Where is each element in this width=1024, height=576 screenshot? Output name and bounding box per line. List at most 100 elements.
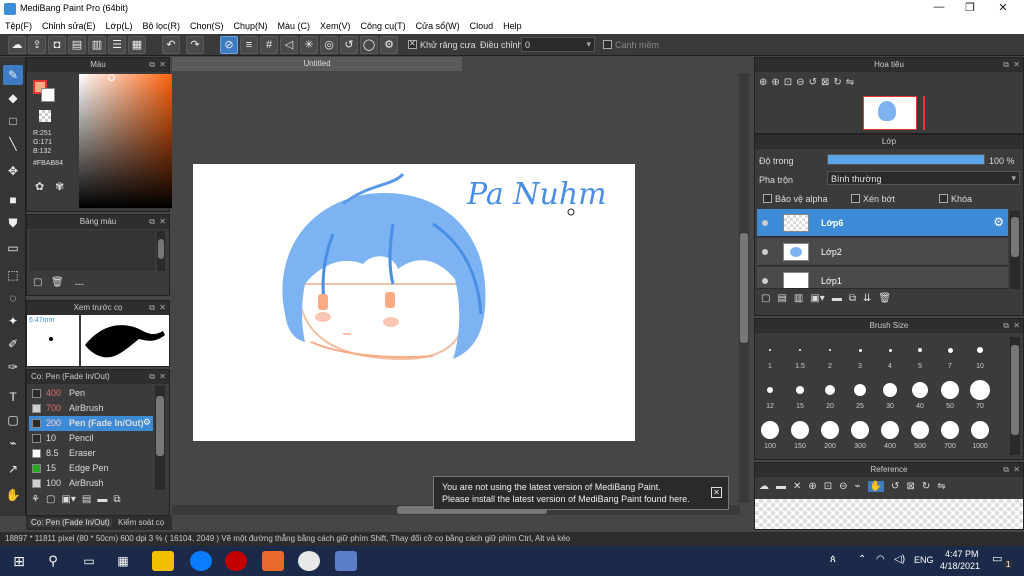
flip-icon[interactable]: ⇋ (846, 77, 854, 88)
zoom-in-icon[interactable]: ⊕ (808, 481, 816, 492)
navigator-thumbnail[interactable] (863, 96, 917, 130)
brush-size-option[interactable]: 25 (845, 377, 875, 415)
network-icon[interactable]: ◠ (876, 554, 885, 565)
hand-tool-icon[interactable]: ✋ (3, 485, 23, 505)
menu-cloud[interactable]: Cloud (465, 18, 499, 34)
brush-size-option[interactable]: 5 (905, 337, 935, 375)
saturation-value-picker[interactable] (79, 74, 177, 208)
clipping-checkbox[interactable] (851, 194, 860, 203)
adjust-dropdown[interactable]: 0 ▾ (521, 37, 595, 52)
move-tool-icon[interactable]: ✥ (3, 161, 23, 181)
comment-icon[interactable]: ◘ (48, 36, 66, 54)
float-icon[interactable]: ⧉ (1003, 319, 1009, 333)
brush-size-option[interactable]: 30 (875, 377, 905, 415)
rotate-right-icon[interactable]: ↻ (833, 77, 841, 88)
menu-layer[interactable]: Lớp(L) (101, 18, 138, 34)
layer-row[interactable]: Lớp6 ⚙ (757, 209, 1008, 237)
folder-icon[interactable]: ▬ (832, 293, 842, 304)
brush-size-option[interactable]: 3 (845, 337, 875, 375)
close-icon[interactable]: ✕ (159, 58, 166, 72)
gradient-tool-icon[interactable]: ▭ (3, 238, 23, 258)
float-icon[interactable]: ⧉ (149, 215, 155, 229)
select-eraser-icon[interactable]: ✑ (3, 357, 23, 377)
circle-snap-icon[interactable]: ◎ (320, 36, 338, 54)
reference-area[interactable] (755, 499, 1023, 529)
menu-window[interactable]: Cửa sổ(W) (411, 18, 465, 34)
share-icon[interactable]: ▤ (68, 36, 86, 54)
brush-item-pen[interactable]: 400 Pen (29, 386, 153, 401)
menu-color[interactable]: Màu (C) (273, 18, 316, 34)
bucket-tool-icon[interactable]: ⛊ (3, 213, 23, 233)
opera-icon[interactable] (225, 551, 247, 571)
eraser-tool-icon[interactable]: ◆ (3, 88, 23, 108)
brush-size-option[interactable]: 1000 (965, 417, 995, 455)
document-icon[interactable]: ▥ (88, 36, 106, 54)
brush-size-option[interactable]: 300 (845, 417, 875, 455)
brush-size-option[interactable]: 1 (755, 337, 785, 375)
menu-view[interactable]: Xem(V) (315, 18, 356, 34)
visibility-icon[interactable] (762, 278, 768, 284)
menu-file[interactable]: Tệp(F) (0, 18, 37, 34)
export-icon[interactable]: ⇪ (28, 36, 46, 54)
opacity-slider[interactable] (827, 154, 985, 165)
canvas-vertical-scrollbar[interactable] (739, 73, 749, 503)
language-indicator[interactable]: ENG (914, 555, 934, 565)
magic-wand-icon[interactable]: ✦ (3, 311, 23, 331)
tab-brush-control[interactable]: Kiểm soát cọ (118, 518, 164, 527)
people-icon[interactable]: ጰ (830, 554, 836, 565)
brush-size-option[interactable]: 40 (905, 377, 935, 415)
brush-item-airbrush-2[interactable]: 100 AirBrush (29, 476, 153, 491)
operation-icon[interactable]: ↗ (3, 459, 23, 479)
close-icon[interactable]: ✕ (159, 215, 166, 229)
undo-icon[interactable]: ↶ (162, 36, 180, 54)
clock-time[interactable]: 4:47 PM (945, 549, 979, 559)
rotate-left-icon[interactable]: ↺ (809, 77, 817, 88)
eyedropper-icon[interactable]: ⌁ (3, 433, 23, 453)
fill-tool-icon[interactable]: ■ (3, 190, 23, 210)
reset-icon[interactable]: ⊠ (906, 481, 914, 492)
text-tool-icon[interactable]: T (3, 387, 23, 407)
merge-layer-icon[interactable]: ⇊ (863, 293, 871, 304)
reset-icon[interactable]: ⊠ (821, 77, 829, 88)
close-icon[interactable]: ✕ (1013, 463, 1020, 477)
cloud-icon[interactable]: ☁ (8, 36, 26, 54)
zoom-out-icon[interactable]: ⊖ (796, 77, 804, 88)
visibility-icon[interactable] (762, 220, 768, 226)
brush-size-option[interactable]: 100 (755, 417, 785, 455)
close-icon[interactable]: ✕ (1013, 58, 1020, 72)
palette-icon[interactable]: ✿ (35, 180, 44, 193)
copy-brush-icon[interactable]: ⧉ (113, 494, 120, 505)
rotate-left-icon[interactable]: ↺ (891, 481, 899, 492)
brush-menu-icon[interactable]: ▣▾ (61, 494, 75, 505)
fit-icon[interactable]: ⊡ (784, 77, 792, 88)
import-brush-icon[interactable]: ▤ (82, 494, 91, 505)
ellipse-snap-icon[interactable]: ◯ (360, 36, 378, 54)
brush-size-option[interactable]: 4 (875, 337, 905, 375)
select-tool-icon[interactable]: ⬚ (3, 265, 23, 285)
layer-row[interactable]: Lớp1 (757, 267, 1008, 289)
duplicate-layer-icon[interactable]: ⧉ (849, 293, 856, 304)
menu-filter[interactable]: Bộ lọc(R) (137, 18, 185, 34)
visibility-icon[interactable] (762, 249, 768, 255)
store-icon[interactable]: ▦ (112, 551, 134, 571)
folder-icon[interactable]: ▬ (97, 494, 107, 505)
drawing-canvas[interactable]: Pa Nuhm (193, 164, 635, 441)
new-brush-icon[interactable]: ▢ (46, 494, 55, 505)
dot-tool-icon[interactable]: □ (3, 111, 23, 131)
zoom-in-icon[interactable]: ⊕ (759, 77, 767, 88)
update-notice[interactable]: You are not using the latest version of … (433, 476, 729, 510)
brush-size-option[interactable]: 10 (965, 337, 995, 375)
new-8bit-layer-icon[interactable]: ▥ (794, 293, 803, 304)
layer-row[interactable]: Lớp2 (757, 238, 1008, 266)
menu-tools[interactable]: Công cụ(T) (356, 18, 411, 34)
document-tab[interactable]: Untitled (172, 57, 462, 71)
brush-size-option[interactable]: 700 (935, 417, 965, 455)
eyedropper-icon[interactable]: ⌁ (855, 481, 861, 492)
minimize-button[interactable]: — (924, 1, 954, 16)
close-icon[interactable]: ✕ (159, 301, 166, 315)
float-icon[interactable]: ⧉ (149, 370, 155, 384)
menu-edit[interactable]: Chỉnh sửa(E) (37, 18, 101, 34)
fit-icon[interactable]: ⊡ (824, 481, 832, 492)
brush-size-option[interactable]: 12 (755, 377, 785, 415)
float-icon[interactable]: ⧉ (149, 301, 155, 315)
